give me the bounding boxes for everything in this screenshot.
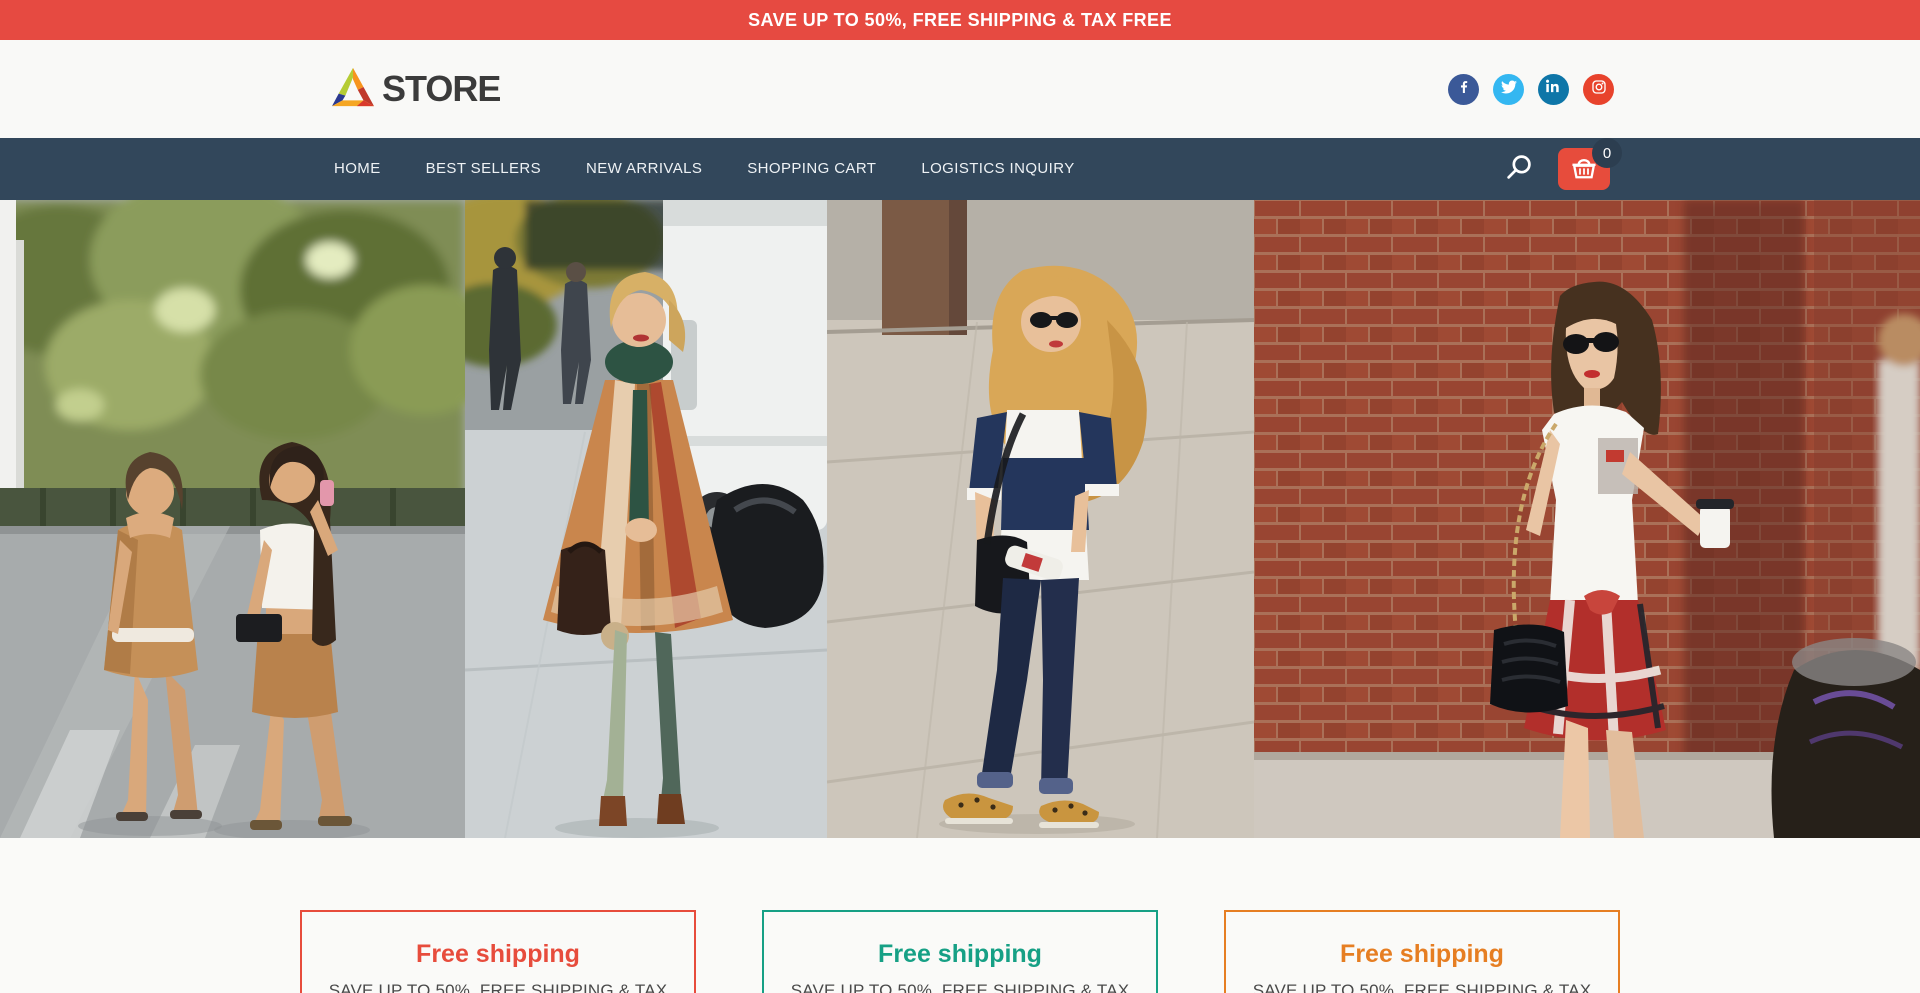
hero-slide-4[interactable] xyxy=(1254,200,1920,838)
logo-triangle-icon xyxy=(330,66,376,113)
site-header: STORE xyxy=(0,40,1920,138)
promo-banner: SAVE UP TO 50%, FREE SHIPPING & TAX FREE xyxy=(0,0,1920,40)
search-button[interactable] xyxy=(1505,154,1532,184)
nav-item-best-sellers[interactable]: BEST SELLERS xyxy=(426,160,541,177)
storefront-page: SAVE UP TO 50%, FREE SHIPPING & TAX FREE… xyxy=(0,0,1920,993)
feature-card-free-shipping-2: Free shipping SAVE UP TO 50%, FREE SHIPP… xyxy=(762,910,1158,993)
feature-text: SAVE UP TO 50%, FREE SHIPPING & TAX FREE xyxy=(312,981,684,993)
hero-slide-2[interactable] xyxy=(465,200,827,838)
social-links xyxy=(1448,74,1614,105)
nav-item-home[interactable]: HOME xyxy=(334,160,381,177)
facebook-button[interactable] xyxy=(1448,74,1479,105)
feature-card-free-shipping-3: Free shipping SAVE UP TO 50%, FREE SHIPP… xyxy=(1224,910,1620,993)
logo-text: STORE xyxy=(382,68,500,110)
feature-card-free-shipping-1: Free shipping SAVE UP TO 50%, FREE SHIPP… xyxy=(300,910,696,993)
instagram-icon xyxy=(1591,79,1607,100)
twitter-button[interactable] xyxy=(1493,74,1524,105)
search-icon xyxy=(1505,154,1532,184)
hero-slide-1[interactable] xyxy=(0,200,465,838)
instagram-button[interactable] xyxy=(1583,74,1614,105)
feature-text: SAVE UP TO 50%, FREE SHIPPING & TAX FREE xyxy=(774,981,1146,993)
nav-menu: HOME BEST SELLERS NEW ARRIVALS SHOPPING … xyxy=(334,160,1120,178)
nav-item-logistics-inquiry[interactable]: LOGISTICS INQUIRY xyxy=(921,160,1074,177)
hero-slide-3[interactable] xyxy=(827,200,1254,838)
nav-item-shopping-cart[interactable]: SHOPPING CART xyxy=(747,160,876,177)
cart-count-badge: 0 xyxy=(1592,138,1622,168)
main-nav: HOME BEST SELLERS NEW ARRIVALS SHOPPING … xyxy=(0,138,1920,200)
linkedin-icon xyxy=(1546,79,1561,99)
hero-carousel xyxy=(0,200,1920,838)
nav-item-new-arrivals[interactable]: NEW ARRIVALS xyxy=(586,160,702,177)
linkedin-button[interactable] xyxy=(1538,74,1569,105)
feature-title: Free shipping xyxy=(312,940,684,969)
twitter-icon xyxy=(1501,79,1517,100)
promo-banner-text: SAVE UP TO 50%, FREE SHIPPING & TAX FREE xyxy=(748,10,1172,31)
facebook-icon xyxy=(1456,79,1472,100)
feature-text: SAVE UP TO 50%, FREE SHIPPING & TAX FREE xyxy=(1236,981,1608,993)
cart-button[interactable]: 0 xyxy=(1558,148,1610,190)
features-section: Free shipping SAVE UP TO 50%, FREE SHIPP… xyxy=(0,838,1920,993)
feature-title: Free shipping xyxy=(1236,940,1608,969)
feature-title: Free shipping xyxy=(774,940,1146,969)
store-logo[interactable]: STORE xyxy=(330,66,500,113)
